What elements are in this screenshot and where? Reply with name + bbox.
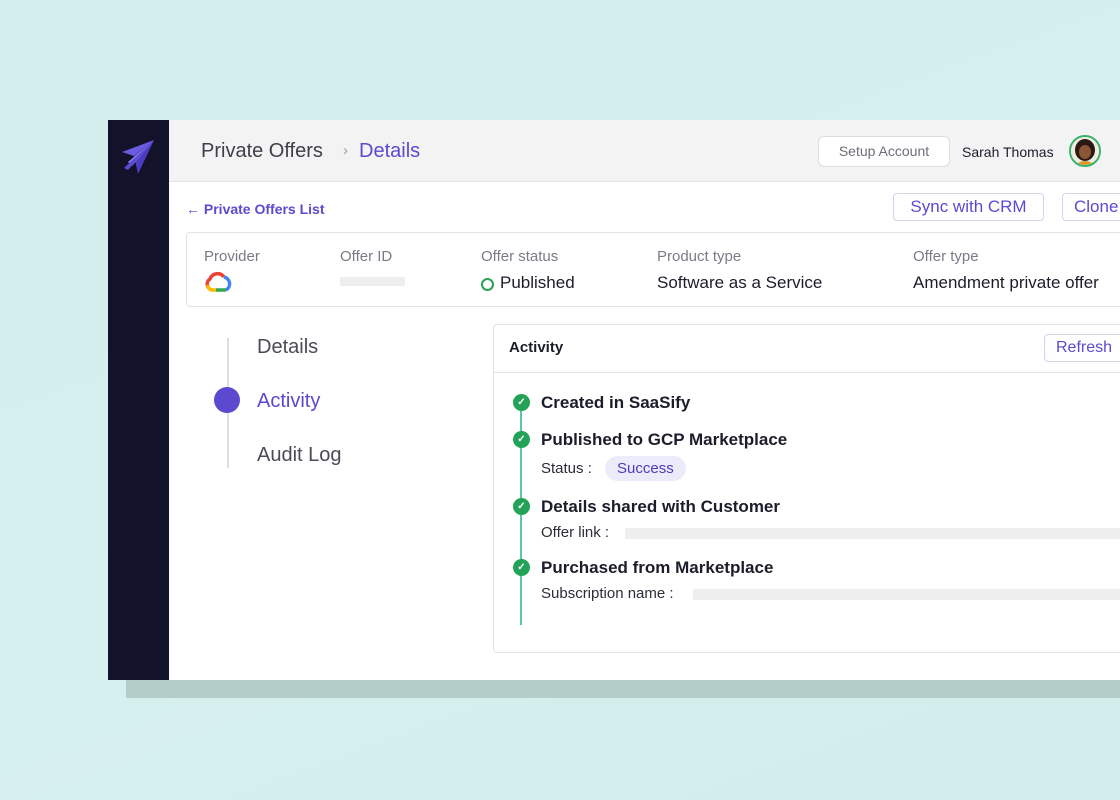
subscription-name-placeholder	[693, 589, 1120, 600]
offer-summary: Provider Offer ID Offer status Published…	[186, 232, 1120, 307]
avatar-image	[1071, 137, 1099, 165]
top-bar: Private Offers › Details Setup Account S…	[169, 120, 1120, 182]
offer-type-value: Amendment private offer	[913, 273, 1099, 292]
offer-status-label: Offer status	[481, 248, 559, 265]
check-icon: ✓	[513, 559, 530, 576]
google-cloud-icon	[205, 272, 232, 292]
status-badge: Success	[605, 456, 686, 481]
product-type-label: Product type	[657, 248, 742, 265]
activity-title: Activity	[509, 339, 564, 356]
product-type-value: Software as a Service	[657, 273, 823, 292]
event-created-title: Created in SaaSify	[541, 393, 691, 412]
breadcrumb-private-offers[interactable]: Private Offers	[201, 140, 323, 163]
offer-link-placeholder	[625, 528, 1120, 539]
event-published-status-label: Status :	[541, 460, 592, 477]
check-icon: ✓	[513, 431, 530, 448]
breadcrumb-details: Details	[359, 140, 421, 162]
private-offers-list-link[interactable]: ← Private Offers List	[186, 201, 325, 217]
offer-status-value: Published	[500, 273, 575, 292]
sync-with-crm-button[interactable]: Sync with CRM	[893, 193, 1044, 221]
paper-plane-icon[interactable]	[120, 138, 156, 178]
check-icon: ✓	[513, 498, 530, 515]
check-icon: ✓	[513, 394, 530, 411]
avatar[interactable]	[1069, 135, 1101, 167]
step-activity[interactable]: Activity	[257, 390, 320, 413]
offer-id-label: Offer ID	[340, 248, 393, 265]
active-step-dot	[214, 387, 240, 413]
offer-type-label: Offer type	[913, 248, 979, 265]
activity-panel: Activity Refresh ✓ Created in SaaSify ✓ …	[493, 324, 1120, 653]
step-details[interactable]: Details	[257, 336, 318, 359]
setup-account-button[interactable]: Setup Account	[818, 136, 950, 167]
user-name[interactable]: Sarah Thomas	[962, 144, 1054, 160]
event-shared-title: Details shared with Customer	[541, 497, 781, 516]
event-purchased-subscription-label: Subscription name :	[541, 585, 674, 602]
sidebar	[108, 120, 169, 680]
activity-header: Activity Refresh	[494, 325, 1120, 373]
event-published-title: Published to GCP Marketplace	[541, 430, 788, 449]
offer-id-placeholder	[340, 277, 405, 286]
breadcrumb-chevron-icon: ›	[343, 142, 348, 159]
clone-button[interactable]: Clone	[1062, 193, 1120, 221]
app-window: Private Offers › Details Setup Account S…	[108, 120, 1120, 680]
status-ring-icon	[481, 278, 494, 291]
event-purchased-title: Purchased from Marketplace	[541, 558, 774, 577]
event-shared-offer-link-label: Offer link :	[541, 524, 610, 541]
refresh-button[interactable]: Refresh	[1044, 334, 1120, 362]
provider-label: Provider	[204, 248, 260, 265]
step-audit-log[interactable]: Audit Log	[257, 444, 342, 467]
